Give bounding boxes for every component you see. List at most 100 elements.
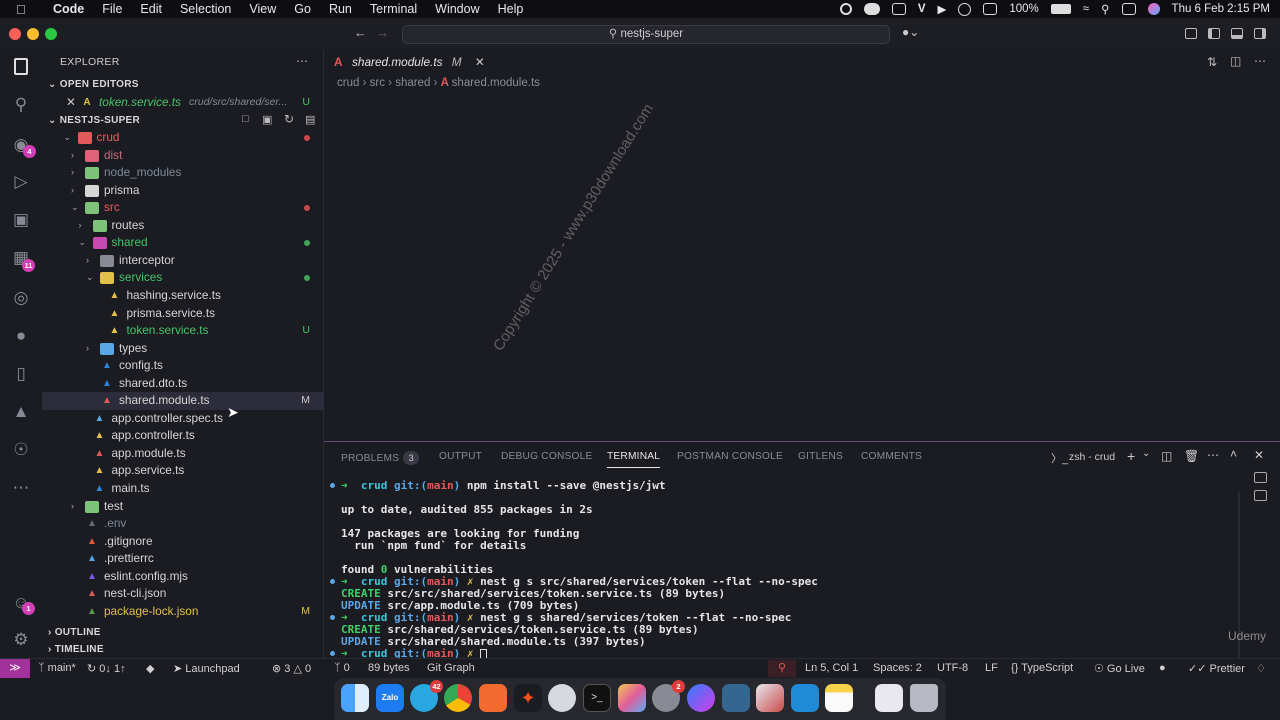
close-panel-icon[interactable]: ✕ bbox=[1254, 448, 1264, 462]
tree-file[interactable]: ▲ .gitignore bbox=[42, 533, 324, 551]
prettier-status[interactable]: ✓✓ Prettier bbox=[1188, 662, 1245, 675]
search-icon[interactable]: ⚲ bbox=[1101, 2, 1109, 16]
menu-app[interactable]: Code bbox=[53, 2, 84, 16]
remote-explorer-icon[interactable]: ▣ bbox=[11, 210, 31, 230]
layout-customize-icon[interactable] bbox=[1185, 28, 1197, 39]
finder-icon[interactable] bbox=[341, 684, 369, 712]
new-terminal-icon[interactable]: + bbox=[1127, 448, 1135, 464]
tree-file[interactable]: ▲ shared.dto.ts bbox=[42, 375, 324, 393]
git-graph-small-icon[interactable]: ◆ bbox=[146, 662, 154, 675]
encoding[interactable]: UTF-8 bbox=[937, 662, 968, 674]
cursor-position[interactable]: Ln 5, Col 1 bbox=[805, 662, 858, 674]
copilot-icon[interactable]: ●⌄ bbox=[902, 25, 919, 39]
siri-icon[interactable] bbox=[1147, 3, 1160, 15]
tree-folder[interactable]: ⌄ src bbox=[42, 199, 324, 217]
go-live-button[interactable]: ☉ Go Live bbox=[1094, 662, 1145, 675]
menu-view[interactable]: View bbox=[249, 2, 276, 16]
settings-gear-icon[interactable]: ⚙ bbox=[11, 630, 31, 650]
figma-icon[interactable]: ✦ bbox=[514, 684, 542, 712]
tree-file[interactable]: ▲ app.service.ts bbox=[42, 462, 324, 480]
quicktime-icon[interactable] bbox=[548, 684, 576, 712]
tree-folder[interactable]: › test bbox=[42, 498, 324, 516]
tree-file[interactable]: ▲ prisma.service.ts bbox=[42, 305, 324, 323]
toggle-sidebar-icon[interactable] bbox=[1208, 28, 1220, 39]
notes-icon[interactable] bbox=[825, 684, 853, 712]
close-icon[interactable]: ✕ bbox=[475, 55, 485, 69]
more-icon[interactable]: ⋯ bbox=[11, 478, 31, 498]
command-center-search[interactable]: ⚲ nestjs-super bbox=[402, 25, 890, 44]
control-center-icon[interactable] bbox=[1121, 3, 1136, 15]
trash-icon[interactable]: 🗑 bbox=[1184, 449, 1199, 463]
collapse-all-icon[interactable]: ▤ bbox=[305, 113, 315, 126]
tree-file[interactable]: ▲ app.module.ts bbox=[42, 445, 324, 463]
git-graph-button[interactable]: Git Graph bbox=[427, 662, 475, 674]
terminal-app-icon[interactable]: >_ bbox=[583, 684, 611, 712]
launchpad-app-icon[interactable] bbox=[618, 684, 646, 712]
breadcrumb-item[interactable]: shared.module.ts bbox=[452, 77, 540, 89]
tab-terminal[interactable]: TERMINAL bbox=[607, 451, 661, 468]
chevron-down-icon[interactable]: ⌄ bbox=[1142, 448, 1150, 459]
gitlens-icon[interactable]: ◎ bbox=[11, 288, 31, 308]
menu-file[interactable]: File bbox=[102, 2, 122, 16]
menu-window[interactable]: Window bbox=[435, 2, 479, 16]
git-branch[interactable]: ᛉ main* bbox=[38, 662, 76, 674]
toggle-panel-icon[interactable] bbox=[1231, 28, 1243, 39]
maximize-panel-icon[interactable]: ˄ bbox=[1230, 447, 1237, 461]
battery-icon[interactable] bbox=[1050, 4, 1071, 14]
more-actions-icon[interactable]: ⋯ bbox=[1254, 54, 1266, 68]
tab-problems[interactable]: PROBLEMS 3 bbox=[341, 451, 420, 465]
more-actions-icon[interactable]: ⋯ bbox=[296, 54, 308, 68]
terminal-shell-label[interactable]: zsh - crud bbox=[1069, 451, 1115, 463]
tree-file[interactable]: ▲ app.controller.ts bbox=[42, 427, 324, 445]
toggle-secondary-sidebar-icon[interactable] bbox=[1254, 28, 1266, 39]
menu-help[interactable]: Help bbox=[498, 2, 524, 16]
git-graph-icon[interactable]: ☉ bbox=[11, 440, 31, 460]
record-icon[interactable] bbox=[839, 3, 852, 15]
user-circle-icon[interactable] bbox=[958, 2, 972, 16]
terminal-output[interactable]: ➜ crud git:(main) npm install --save @ne… bbox=[330, 480, 818, 660]
gift-icon[interactable] bbox=[891, 3, 906, 15]
menu-selection[interactable]: Selection bbox=[180, 2, 231, 16]
zoom-search-icon[interactable]: ⚲ bbox=[768, 660, 796, 677]
tree-file[interactable]: ▲ package-lock.json M bbox=[42, 603, 324, 621]
project-header[interactable]: ⌄ NESTJS-SUPER bbox=[48, 115, 140, 126]
bookmark-icon[interactable]: ▯ bbox=[11, 364, 31, 384]
terminal-scrollbar[interactable] bbox=[1238, 492, 1240, 672]
chrome-icon[interactable] bbox=[444, 684, 472, 712]
refresh-icon[interactable]: ↻ bbox=[284, 112, 294, 126]
menu-go[interactable]: Go bbox=[294, 2, 311, 16]
end-of-line[interactable]: LF bbox=[985, 662, 998, 674]
tree-folder[interactable]: › prisma bbox=[42, 182, 324, 200]
close-window-button[interactable] bbox=[9, 28, 21, 40]
tree-file[interactable]: ▲ nest-cli.json bbox=[42, 585, 324, 603]
terminal-list-icon[interactable] bbox=[1254, 472, 1267, 483]
outline-header[interactable]: › OUTLINE bbox=[48, 627, 101, 638]
tree-folder[interactable]: ⌄ shared bbox=[42, 234, 324, 252]
search-icon[interactable]: ⚲ bbox=[11, 95, 31, 115]
minimize-window-button[interactable] bbox=[27, 28, 39, 40]
new-file-icon[interactable]: □ bbox=[242, 113, 249, 125]
tree-folder[interactable]: ⌄ services bbox=[42, 269, 324, 287]
messenger-icon[interactable] bbox=[687, 684, 715, 712]
postman-icon[interactable]: ● bbox=[11, 326, 31, 346]
breadcrumb-item[interactable]: crud bbox=[337, 77, 359, 89]
tree-file[interactable]: ▲ .env bbox=[42, 515, 324, 533]
language-mode[interactable]: {} TypeScript bbox=[1011, 662, 1073, 674]
compare-icon[interactable]: ⇅ bbox=[1207, 55, 1217, 69]
git-client-icon[interactable] bbox=[756, 684, 784, 712]
run-debug-icon[interactable]: ▷ bbox=[11, 172, 31, 192]
tree-folder[interactable]: ⌄ crud bbox=[42, 129, 324, 147]
tree-file[interactable]: ▲ token.service.ts U bbox=[42, 322, 324, 340]
apple-icon[interactable]:  bbox=[16, 2, 32, 17]
tree-file[interactable]: ▲ .prettierrc bbox=[42, 550, 324, 568]
tree-folder[interactable]: › types bbox=[42, 340, 324, 358]
zalo-icon[interactable]: Zalo bbox=[376, 684, 404, 712]
play-icon[interactable]: ▶ bbox=[938, 2, 947, 16]
open-editor-item[interactable]: ✕ A token.service.ts crud/src/shared/ser… bbox=[42, 94, 324, 112]
more-actions-icon[interactable]: ⋯ bbox=[1207, 448, 1219, 462]
terminal-list-icon[interactable] bbox=[1254, 490, 1267, 501]
remote-indicator-icon[interactable]: ≫ bbox=[0, 659, 30, 678]
explorer-icon[interactable] bbox=[11, 58, 31, 78]
menu-terminal[interactable]: Terminal bbox=[370, 2, 417, 16]
tab-postman-console[interactable]: POSTMAN CONSOLE bbox=[677, 451, 783, 462]
